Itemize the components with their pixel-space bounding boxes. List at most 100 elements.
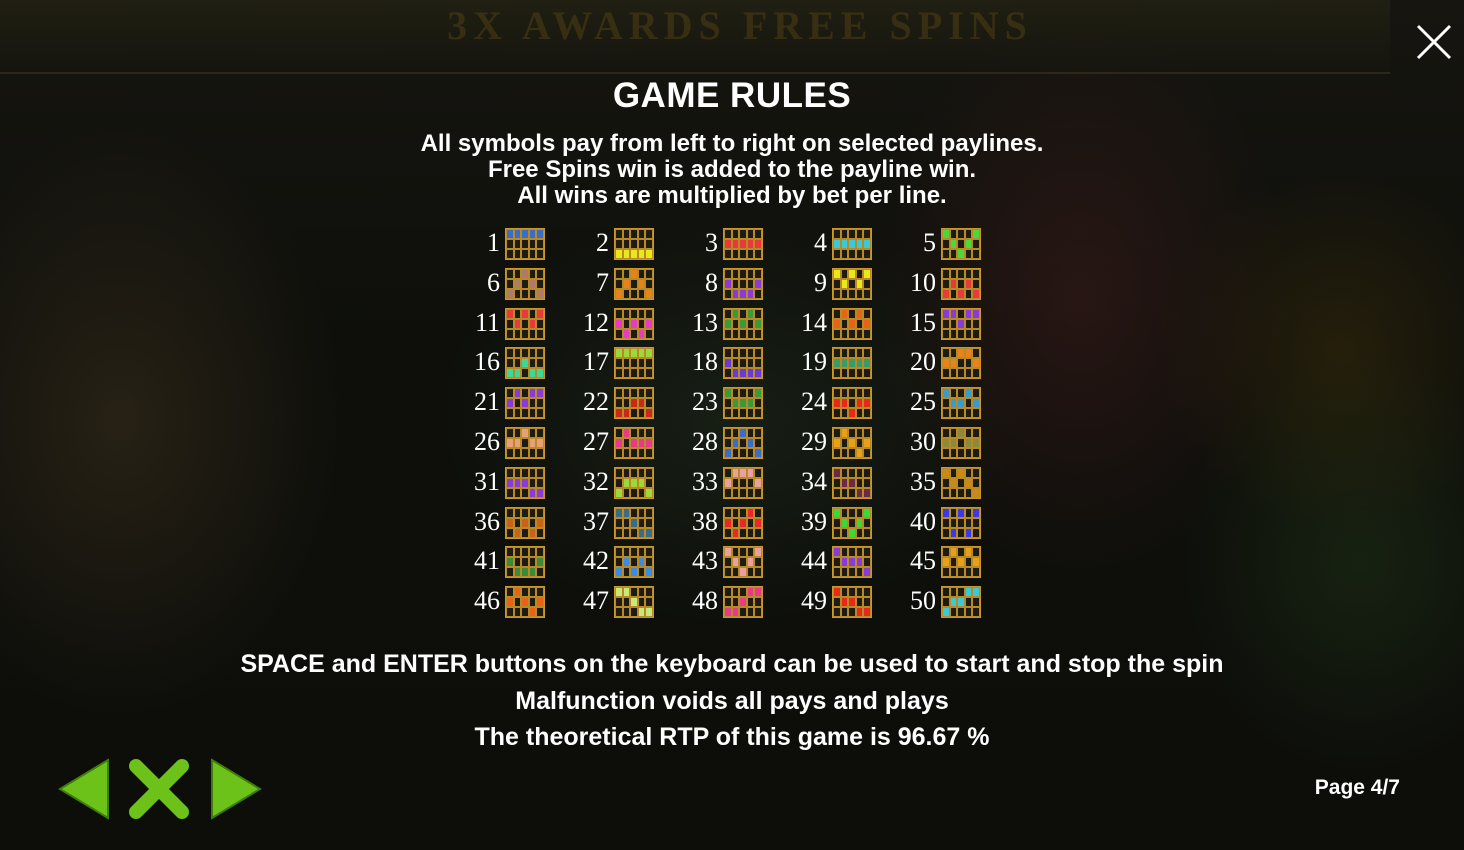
footer-line: The theoretical RTP of this game is 96.6… xyxy=(474,723,990,751)
payline-number: 20 xyxy=(910,347,936,377)
payline-number: 33 xyxy=(692,466,718,496)
payline-pattern xyxy=(614,228,654,260)
paylines-table: 1 2 3 4 5 6 7 8 9 10 11 12 13 14 15 16 17 18 19 20 21 22 23 24 2… xyxy=(460,226,1000,626)
payline-item: 43 xyxy=(678,544,786,580)
payline-item: 24 xyxy=(787,385,895,421)
payline-pattern xyxy=(614,347,654,380)
payline-item: 30 xyxy=(896,425,1004,461)
payline-pattern xyxy=(614,267,654,300)
payline-item: 17 xyxy=(569,345,677,381)
payline-pattern xyxy=(832,228,872,260)
payline-item: 33 xyxy=(678,465,786,501)
payline-pattern xyxy=(941,228,981,260)
payline-number: 9 xyxy=(814,267,827,297)
arrow-right-icon xyxy=(211,758,262,820)
close-help-button[interactable] xyxy=(128,758,189,824)
payline-item: 50 xyxy=(896,584,1004,620)
payline-pattern xyxy=(505,586,545,619)
payline-number: 17 xyxy=(583,347,609,377)
payline-pattern xyxy=(723,307,763,340)
payline-pattern xyxy=(723,347,763,380)
payline-pattern xyxy=(614,307,654,340)
payline-pattern xyxy=(832,506,872,539)
payline-item: 1 xyxy=(460,226,568,262)
payline-pattern xyxy=(723,546,763,579)
payline-item: 13 xyxy=(678,306,786,342)
payline-pattern xyxy=(941,267,981,300)
payline-item: 35 xyxy=(896,465,1004,501)
payline-number: 49 xyxy=(801,586,827,616)
payline-item: 5 xyxy=(896,226,1004,262)
payline-pattern xyxy=(505,267,545,300)
payline-number: 30 xyxy=(910,427,936,456)
payline-item: 46 xyxy=(460,584,568,620)
payline-pattern xyxy=(723,466,763,499)
payline-pattern xyxy=(941,387,981,420)
previous-page-button[interactable] xyxy=(56,758,116,824)
payline-item: 45 xyxy=(896,544,1004,580)
payline-item: 27 xyxy=(569,425,677,461)
payline-number: 48 xyxy=(692,586,718,616)
payline-number: 23 xyxy=(692,387,718,417)
payline-item: 4 xyxy=(787,226,895,262)
payline-number: 32 xyxy=(583,466,609,496)
payline-number: 18 xyxy=(692,347,718,377)
payline-item: 20 xyxy=(896,345,1004,381)
payline-item: 14 xyxy=(787,306,895,342)
payline-item: 36 xyxy=(460,505,568,541)
footer-line: Malfunction voids all pays and plays xyxy=(515,686,949,715)
payline-item: 9 xyxy=(787,266,895,302)
payline-pattern xyxy=(941,347,981,380)
payline-pattern xyxy=(832,267,872,300)
payline-item: 34 xyxy=(787,465,895,501)
payline-number: 7 xyxy=(596,267,609,297)
payline-pattern xyxy=(723,427,763,459)
payline-number: 11 xyxy=(474,307,500,337)
payline-item: 6 xyxy=(460,266,568,302)
payline-pattern xyxy=(832,586,872,619)
payline-item: 3 xyxy=(678,226,786,262)
intro-text: All symbols pay from left to right on se… xyxy=(0,131,1464,209)
payline-item: 49 xyxy=(787,584,895,620)
payline-pattern xyxy=(614,466,654,499)
payline-number: 38 xyxy=(692,506,718,536)
payline-item: 22 xyxy=(569,385,677,421)
close-x-icon xyxy=(129,759,189,819)
payline-number: 29 xyxy=(801,427,827,456)
page-title: GAME RULES xyxy=(612,76,852,115)
page-indicator: Page 4/7 xyxy=(1314,776,1400,799)
payline-item: 40 xyxy=(896,505,1004,541)
payline-number: 46 xyxy=(474,586,500,616)
banner-text: 3X AWARDS FREE SPINS xyxy=(447,3,1033,48)
payline-number: 44 xyxy=(801,546,827,576)
payline-item: 32 xyxy=(569,465,677,501)
payline-item: 15 xyxy=(896,306,1004,342)
payline-number: 43 xyxy=(692,546,718,576)
payline-pattern xyxy=(505,466,545,499)
payline-number: 3 xyxy=(705,228,718,257)
payline-pattern xyxy=(723,586,763,619)
payline-item: 44 xyxy=(787,544,895,580)
payline-number: 5 xyxy=(923,228,936,257)
payline-number: 21 xyxy=(474,387,500,417)
payline-number: 8 xyxy=(705,267,718,297)
navigation-controls xyxy=(56,758,266,824)
payline-item: 37 xyxy=(569,505,677,541)
payline-pattern xyxy=(505,546,545,579)
payline-item: 47 xyxy=(569,584,677,620)
payline-pattern xyxy=(505,228,545,260)
close-button[interactable] xyxy=(1410,18,1458,66)
payline-pattern xyxy=(505,506,545,539)
payline-item: 16 xyxy=(460,345,568,381)
payline-item: 21 xyxy=(460,385,568,421)
payline-item: 10 xyxy=(896,266,1004,302)
payline-pattern xyxy=(614,546,654,579)
payline-pattern xyxy=(941,466,981,499)
payline-item: 2 xyxy=(569,226,677,262)
payline-number: 2 xyxy=(596,228,609,257)
payline-item: 7 xyxy=(569,266,677,302)
next-page-button[interactable] xyxy=(208,758,268,824)
payline-pattern xyxy=(723,267,763,300)
payline-pattern xyxy=(614,387,654,420)
payline-pattern xyxy=(832,466,872,499)
